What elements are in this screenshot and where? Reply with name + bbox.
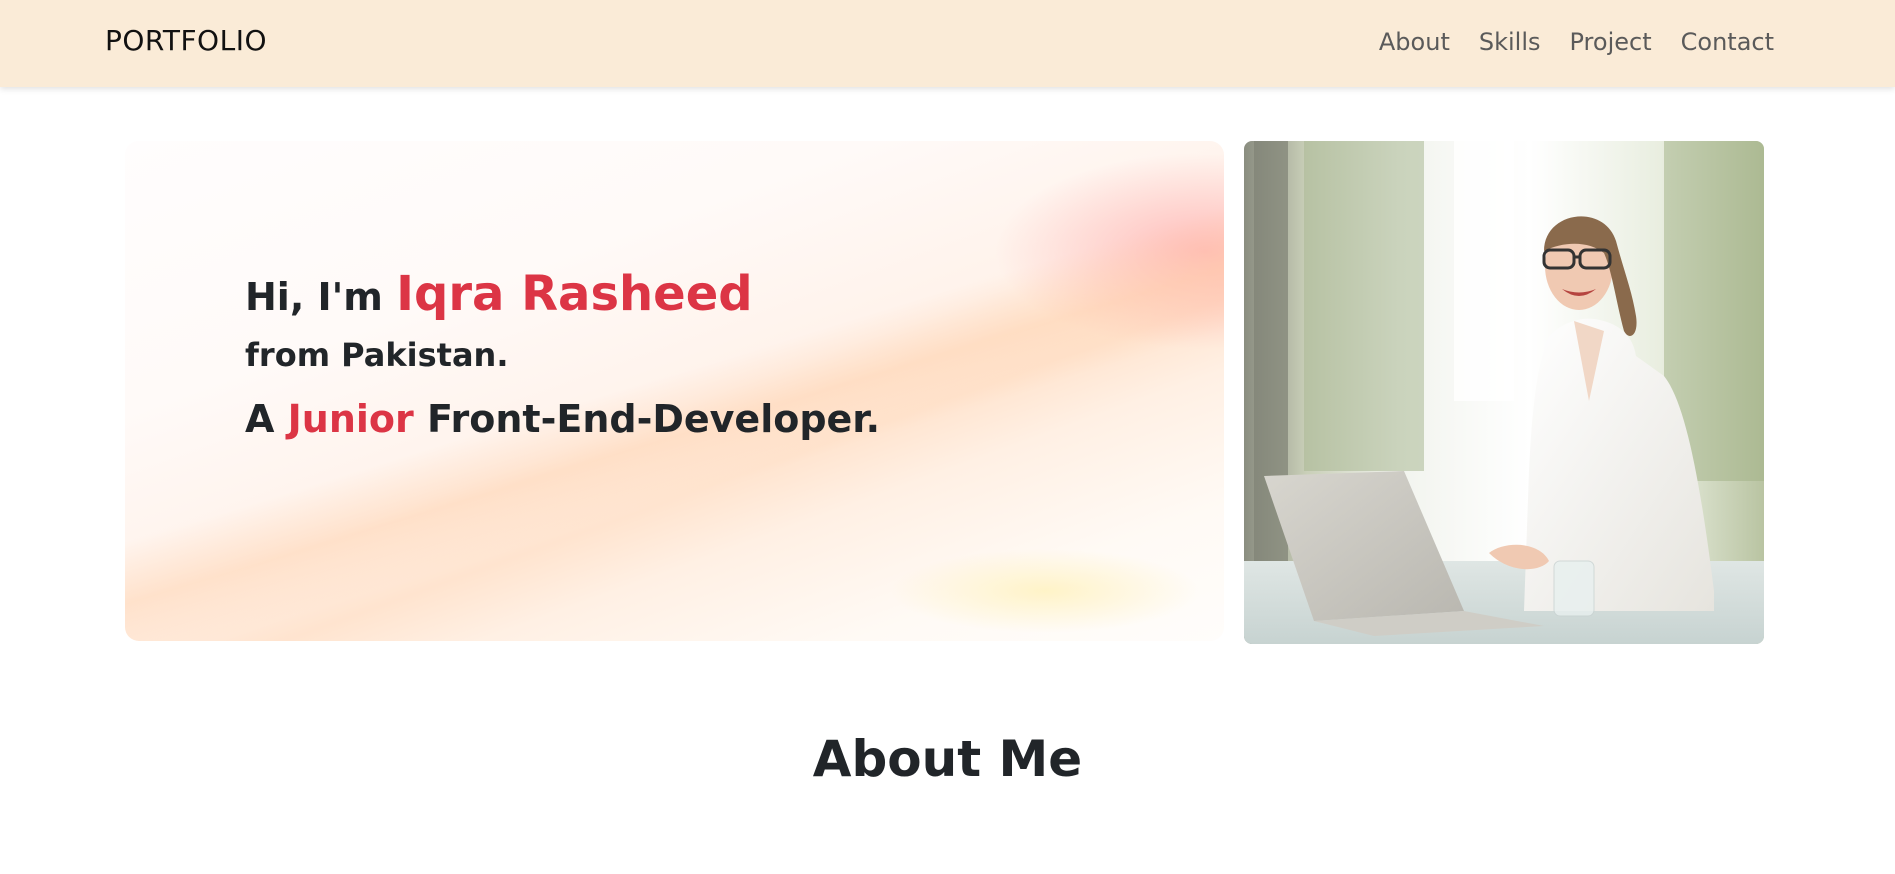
hero-card: Hi, I'm Iqra Rasheed from Pakistan. A Ju…: [125, 141, 1224, 641]
nav-link-contact[interactable]: Contact: [1681, 28, 1774, 56]
hero-greeting-line: Hi, I'm Iqra Rasheed: [245, 263, 880, 325]
profile-photo: [1244, 141, 1764, 644]
nav-link-skills[interactable]: Skills: [1479, 28, 1541, 56]
hero-role-highlight: Junior: [287, 396, 414, 441]
brand-logo[interactable]: PORTFOLIO: [105, 24, 267, 57]
about-section-title: About Me: [812, 730, 1083, 788]
nav-links: About Skills Project Contact: [1379, 28, 1774, 56]
hero-role-suffix: Front-End-Developer.: [413, 396, 881, 441]
nav-link-about[interactable]: About: [1379, 28, 1450, 56]
hero-name: Iqra Rasheed: [396, 266, 753, 322]
hero-origin: from Pakistan.: [245, 336, 509, 375]
hero-role-prefix: A: [245, 396, 288, 441]
photo-woman-laptop-icon: [1244, 141, 1764, 644]
hero-text: Hi, I'm Iqra Rasheed from Pakistan. A Ju…: [245, 263, 880, 444]
navbar: PORTFOLIO About Skills Project Contact: [0, 0, 1895, 87]
hero-greeting: Hi, I'm: [245, 275, 397, 319]
hero-role-line: A Junior Front-End-Developer.: [245, 395, 880, 444]
nav-link-project[interactable]: Project: [1570, 28, 1652, 56]
